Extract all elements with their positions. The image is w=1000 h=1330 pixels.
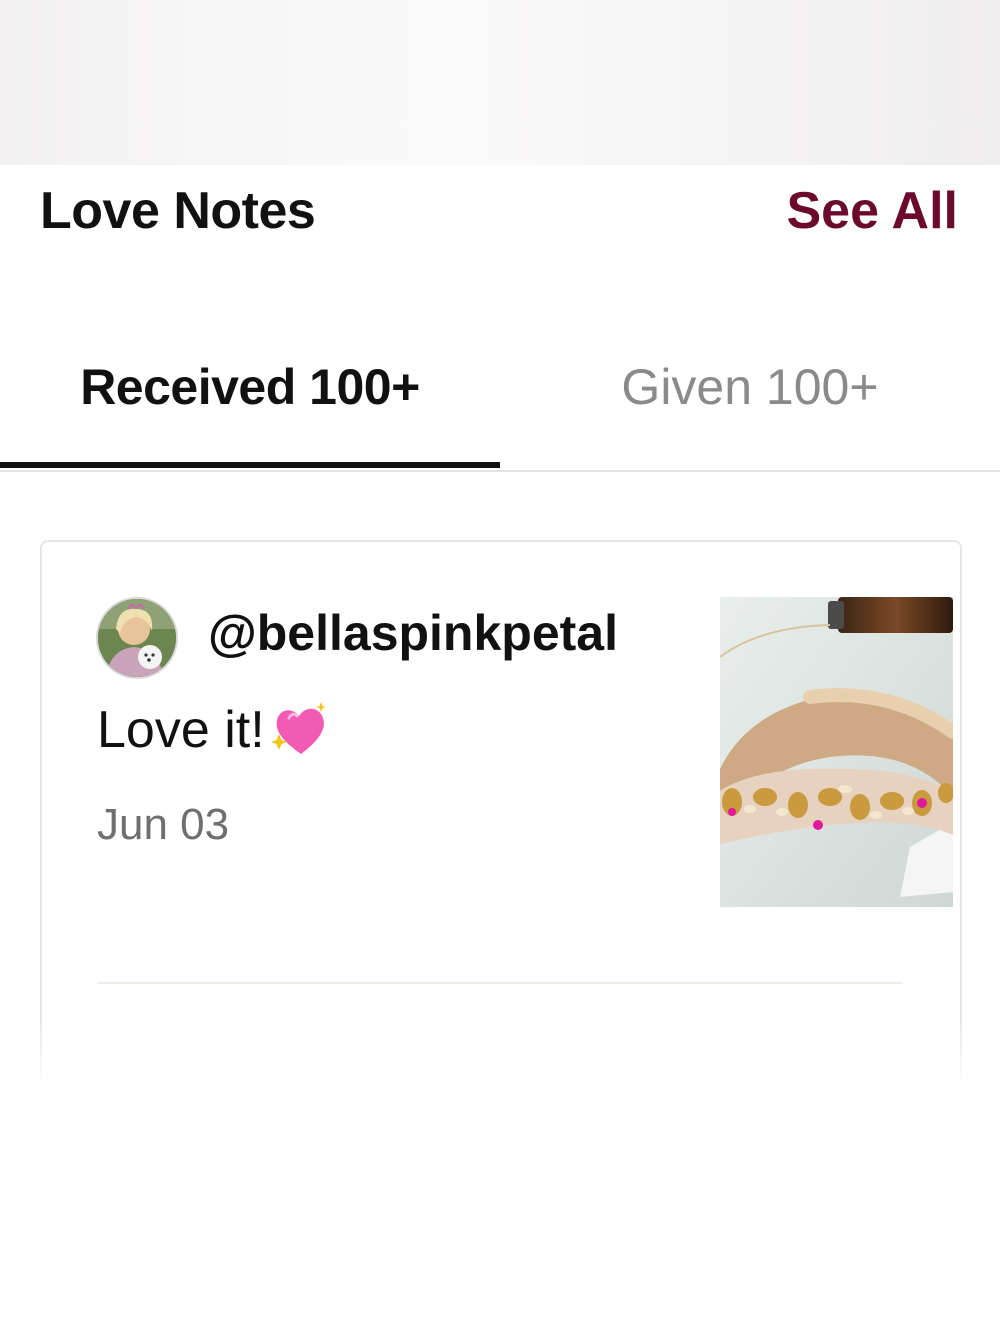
love-notes-header: Love Notes See All	[0, 165, 1000, 265]
note-message-row: Love it!	[97, 700, 329, 760]
bottom-fade	[0, 1020, 1000, 1330]
jeweled-headband-image	[720, 597, 953, 907]
avatar[interactable]	[96, 597, 178, 679]
see-all-link[interactable]: See All	[787, 181, 959, 241]
love-notes-tabs: Received 100+ Given 100+	[0, 340, 1000, 472]
note-message: Love it!	[97, 701, 265, 759]
card-divider	[97, 982, 903, 984]
note-username[interactable]: @bellaspinkpetal	[208, 604, 618, 662]
active-tab-indicator	[0, 462, 500, 468]
note-date: Jun 03	[97, 800, 230, 849]
top-banner	[0, 0, 1000, 165]
tab-given[interactable]: Given 100+	[500, 358, 1000, 468]
avatar-photo	[98, 599, 176, 677]
product-thumbnail[interactable]	[720, 597, 953, 907]
section-title: Love Notes	[40, 182, 316, 240]
tab-received[interactable]: Received 100+	[0, 358, 500, 468]
sparkling-heart-icon	[267, 700, 329, 760]
